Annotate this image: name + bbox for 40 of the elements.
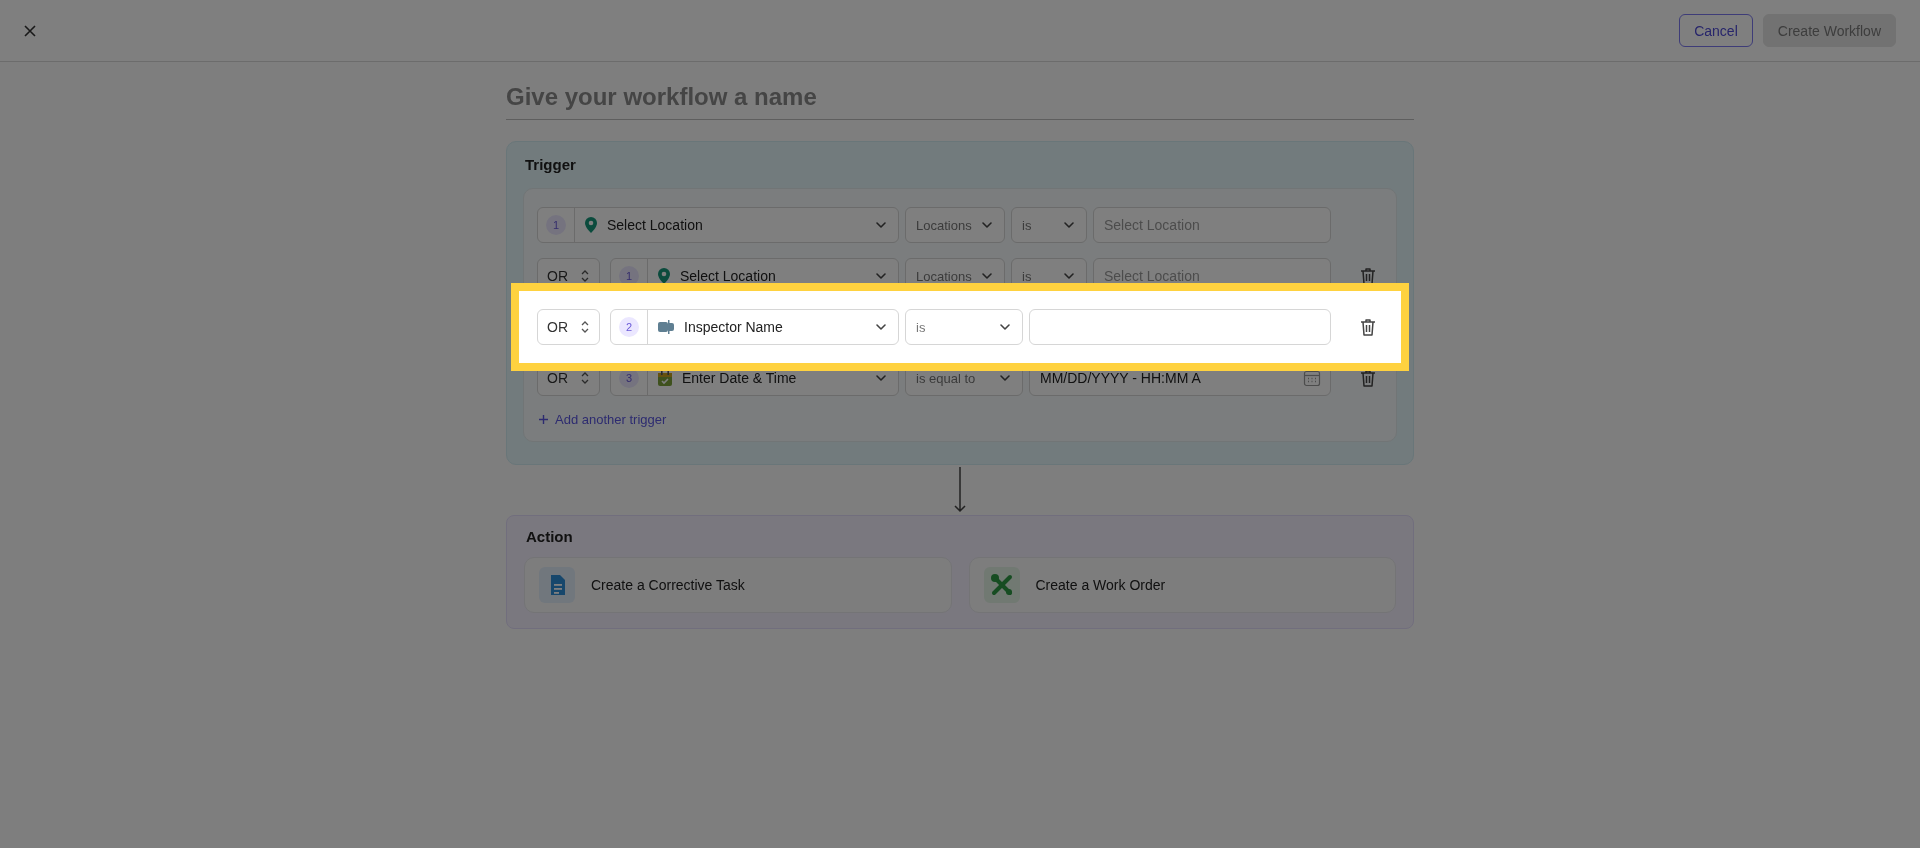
field-label: Enter Date & Time (682, 370, 798, 386)
document-icon (539, 567, 575, 603)
operator-dropdown[interactable]: is (905, 309, 1023, 345)
calendar-icon (1303, 369, 1321, 387)
add-trigger-link[interactable]: Add another trigger (538, 412, 667, 427)
action-label: Create a Corrective Task (591, 577, 745, 593)
up-down-icon (580, 320, 590, 334)
action-card[interactable]: Create a Corrective Task (524, 557, 952, 613)
trash-icon[interactable] (1359, 317, 1377, 337)
badge-icon (657, 319, 675, 335)
up-down-icon (580, 269, 590, 283)
scope-dropdown[interactable]: Locations (905, 207, 1005, 243)
tools-icon (983, 567, 1020, 603)
field-label: Select Location (607, 217, 704, 233)
action-label: Create a Work Order (1035, 577, 1166, 593)
operator-dropdown[interactable]: is (1011, 207, 1087, 243)
map-pin-icon (657, 267, 671, 285)
value-field[interactable] (1029, 309, 1331, 345)
plus-icon (538, 414, 549, 425)
field-label: Select Location (680, 268, 777, 284)
step-number: 1 (619, 266, 639, 286)
workflow-name-field[interactable]: Give your workflow a name (506, 81, 1414, 120)
field-label: Inspector Name (684, 319, 784, 335)
section-title: Action (526, 528, 574, 545)
connector-select[interactable]: OR (537, 309, 600, 345)
field-dropdown[interactable]: 1 Select Location (537, 207, 899, 243)
field-dropdown[interactable]: 2 Inspector Name (610, 309, 899, 345)
trash-icon[interactable] (1359, 368, 1377, 388)
map-pin-icon (584, 216, 598, 234)
trash-icon[interactable] (1359, 266, 1377, 286)
calendar-icon (657, 369, 673, 387)
cancel-button[interactable]: Cancel (1679, 14, 1753, 47)
step-number: 2 (619, 317, 639, 337)
down-arrow (953, 467, 967, 513)
close-icon[interactable] (23, 23, 37, 38)
section-title: Trigger (525, 156, 577, 173)
step-number: 3 (619, 368, 639, 388)
up-down-icon (580, 371, 590, 385)
action-card[interactable]: Create a Work Order (968, 557, 1396, 613)
step-number: 1 (546, 215, 566, 235)
